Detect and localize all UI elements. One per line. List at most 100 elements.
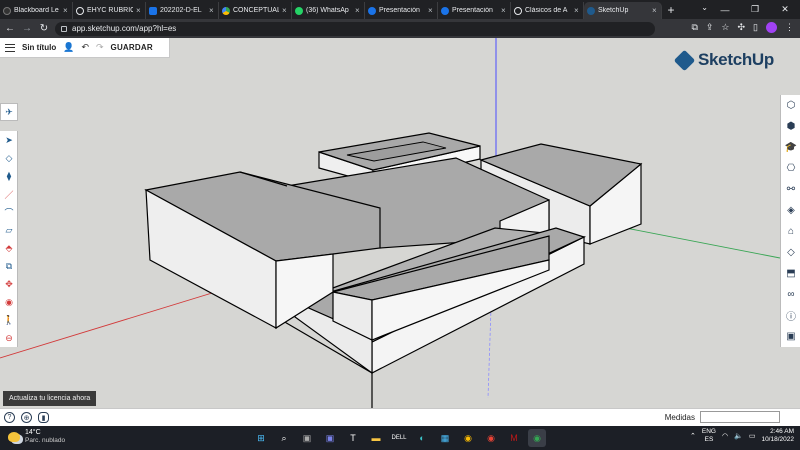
paint-bucket-icon[interactable]: ⧫ <box>0 167 18 185</box>
volume-icon[interactable]: 🔈 <box>734 432 743 440</box>
glasses-icon[interactable]: ∞ <box>781 284 800 305</box>
language-globe-icon[interactable]: ⊕ <box>21 412 32 423</box>
browser-tab[interactable]: Presentación × <box>365 2 438 19</box>
windows-taskbar: 14°C Parc. nublado ⊞ ⌕ ▣ ▣ T ▬ DELL ◐ ▦ … <box>0 426 800 450</box>
language-indicator[interactable]: ENG ES <box>702 428 716 444</box>
reload-icon[interactable]: ↻ <box>38 23 50 34</box>
new-tab-button[interactable]: + <box>662 2 680 19</box>
scenes-icon[interactable]: 🎓 <box>781 137 800 158</box>
forward-icon[interactable]: → <box>21 23 33 34</box>
folder-icon[interactable]: ▬ <box>367 429 385 447</box>
browser-tab[interactable]: EHYC RÚBRIC × <box>73 2 146 19</box>
undo-icon[interactable]: ↶ <box>81 42 89 53</box>
text-app-icon[interactable]: T <box>344 429 362 447</box>
display-icon[interactable]: ◇ <box>781 242 800 263</box>
arc-icon[interactable]: ⌒ <box>0 203 18 221</box>
components-icon[interactable]: ⬢ <box>781 116 800 137</box>
browser-menu-icon[interactable]: ⋮ <box>785 22 794 33</box>
browser-tab[interactable]: 202202-D-EL × <box>146 2 219 19</box>
logo-wordmark: SketchUp <box>697 50 774 69</box>
help-icon[interactable]: ? <box>4 412 15 423</box>
browser-tab[interactable]: (36) WhatsAp × <box>292 2 365 19</box>
back-icon[interactable]: ← <box>4 23 16 34</box>
rectangle-icon[interactable]: ▱ <box>0 221 18 239</box>
styles-icon[interactable]: ◈ <box>781 200 800 221</box>
info-icon[interactable]: ⓘ <box>781 305 800 326</box>
license-upgrade-banner[interactable]: Actualiza tu licencia ahora <box>3 391 97 406</box>
redo-icon[interactable]: ↷ <box>96 42 104 53</box>
tab-close-icon[interactable]: × <box>209 6 215 15</box>
tray-chevron-icon[interactable]: ⌃ <box>690 432 696 440</box>
sidepanel-icon[interactable]: ▯ <box>753 22 758 33</box>
teams-chat-icon[interactable]: ▣ <box>321 429 339 447</box>
close-window-icon[interactable]: ✕ <box>770 0 800 19</box>
canva-icon <box>368 6 376 15</box>
line-icon[interactable]: ／ <box>0 185 18 203</box>
sketchup-app: Sin título 👤 ↶ ↷ GUARDAR SketchUp ✈ ➤ ◇ … <box>0 38 800 408</box>
store-icon[interactable]: ▦ <box>436 429 454 447</box>
tags-icon[interactable]: ⌂ <box>781 221 800 242</box>
dell-icon[interactable]: DELL <box>390 429 408 447</box>
tab-close-icon[interactable]: × <box>428 6 434 15</box>
battery-icon[interactable]: ▭ <box>749 432 756 440</box>
main-menu-icon[interactable] <box>5 43 15 52</box>
eraser-icon[interactable]: ◇ <box>0 149 18 167</box>
search-icon[interactable]: ⌕ <box>275 429 293 447</box>
windows-start-icon[interactable]: ⊞ <box>252 429 270 447</box>
mcafee-icon[interactable]: M <box>505 429 523 447</box>
orbit-icon[interactable]: ⊖ <box>0 329 18 347</box>
measurements-box: Medidas <box>665 411 780 423</box>
save-button[interactable]: GUARDAR <box>111 43 153 52</box>
materials-icon[interactable]: ⎔ <box>781 158 800 179</box>
push-pull-icon[interactable]: ⬘ <box>0 239 18 257</box>
measurements-input[interactable] <box>700 411 780 423</box>
wifi-icon[interactable]: ◠ <box>722 432 728 440</box>
instructor-icon[interactable]: ✈ <box>0 103 18 121</box>
measurements-label: Medidas <box>664 412 695 422</box>
profile-avatar[interactable] <box>766 22 777 33</box>
tab-close-icon[interactable]: × <box>63 6 69 15</box>
browser-tab[interactable]: CONCEPTUAL × <box>219 2 292 19</box>
outliner-icon[interactable]: ⚯ <box>781 179 800 200</box>
chrome-active-icon[interactable]: ◉ <box>528 429 546 447</box>
browser-tab[interactable]: Presentación × <box>438 2 511 19</box>
window-controls: — ❐ ✕ <box>710 0 800 19</box>
bookmark-star-icon[interactable]: ☆ <box>721 22 729 33</box>
chrome-profile-icon[interactable]: ◉ <box>482 429 500 447</box>
move-icon[interactable]: ✥ <box>0 275 18 293</box>
edge-icon[interactable]: ◐ <box>413 429 431 447</box>
app-status-bar: ? ⊕ ▮ Medidas <box>0 408 800 426</box>
tab-close-icon[interactable]: × <box>501 6 507 15</box>
chrome-icon[interactable]: ◉ <box>459 429 477 447</box>
share-icon[interactable]: ⇪ <box>706 22 714 33</box>
browser-tab[interactable]: Clásicos de A × <box>511 2 584 19</box>
offset-icon[interactable]: ⧉ <box>0 257 18 275</box>
tab-close-icon[interactable]: × <box>652 6 658 15</box>
globe-icon <box>76 6 84 15</box>
address-input[interactable]: app.sketchup.com/app?hl=es <box>55 21 655 36</box>
weather-widget[interactable]: 14°C Parc. nublado <box>8 429 65 445</box>
walk-icon[interactable]: 🚶 <box>0 311 18 329</box>
mouse-icon[interactable]: ▮ <box>38 412 49 423</box>
tab-close-icon[interactable]: × <box>355 6 361 15</box>
file-explorer-icon[interactable]: ▣ <box>298 429 316 447</box>
restore-icon[interactable]: ❐ <box>740 0 770 19</box>
user-icon[interactable]: 👤 <box>63 42 74 53</box>
tab-close-icon[interactable]: × <box>136 6 142 15</box>
clock[interactable]: 2:46 AM 10/18/2022 <box>761 428 794 444</box>
modeling-viewport[interactable] <box>0 38 800 408</box>
views-icon[interactable]: ⬒ <box>781 263 800 284</box>
entity-info-icon[interactable]: ⬡ <box>781 95 800 116</box>
select-icon[interactable]: ➤ <box>0 131 18 149</box>
extensions-icon[interactable]: ✣ <box>738 22 746 33</box>
tab-close-icon[interactable]: × <box>282 6 288 15</box>
tab-close-icon[interactable]: × <box>574 6 580 15</box>
document-title[interactable]: Sin título <box>22 43 56 52</box>
browser-tab[interactable]: Blackboard Le × <box>0 2 73 19</box>
solid-tools-icon[interactable]: ▣ <box>781 326 800 347</box>
tab-search-icon[interactable]: ⌄ <box>701 3 708 12</box>
minimize-icon[interactable]: — <box>710 0 740 19</box>
browser-tab-active[interactable]: SketchUp × <box>584 2 662 19</box>
install-app-icon[interactable]: ⧉ <box>691 22 697 33</box>
tape-measure-icon[interactable]: ◉ <box>0 293 18 311</box>
